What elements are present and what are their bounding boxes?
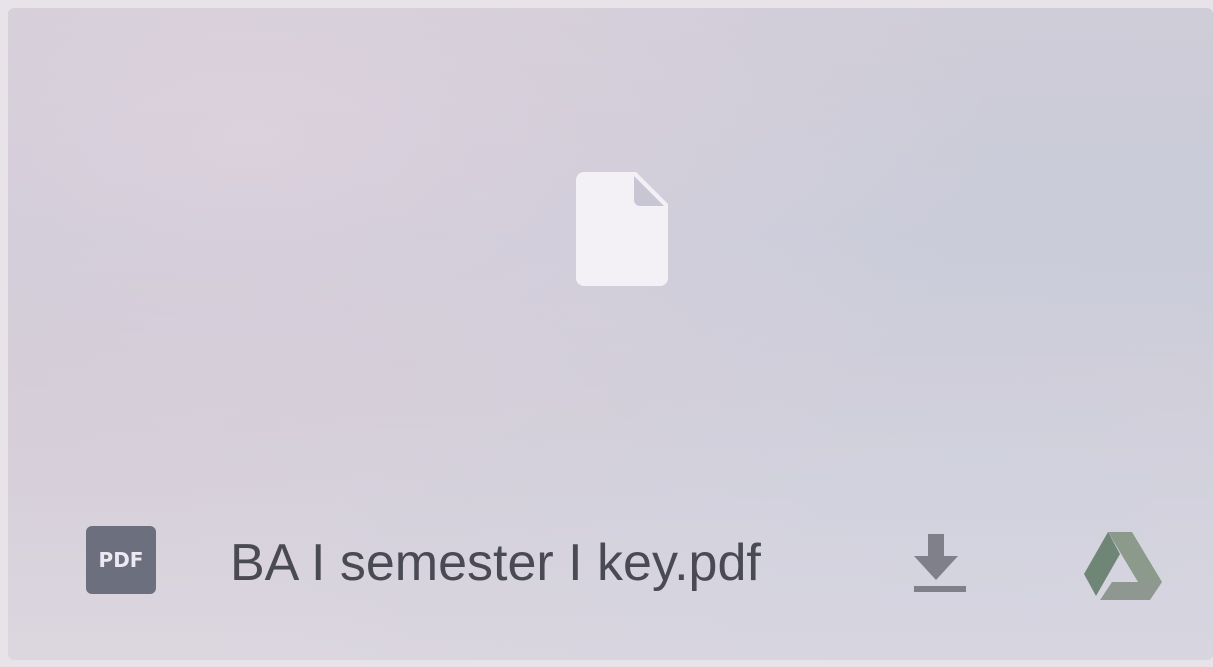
file-name[interactable]: BA I semester I key.pdf (230, 533, 761, 593)
drive-icon (1084, 532, 1162, 600)
download-button[interactable] (896, 522, 976, 602)
attachment-footer: PDF BA I semester I key.pdf (8, 508, 1213, 618)
pdf-file-icon: PDF (86, 526, 156, 594)
file-icon (576, 172, 668, 286)
attachment-card[interactable]: PDF BA I semester I key.pdf (8, 8, 1213, 660)
download-icon (914, 534, 966, 592)
save-to-drive-button[interactable] (1076, 524, 1166, 604)
